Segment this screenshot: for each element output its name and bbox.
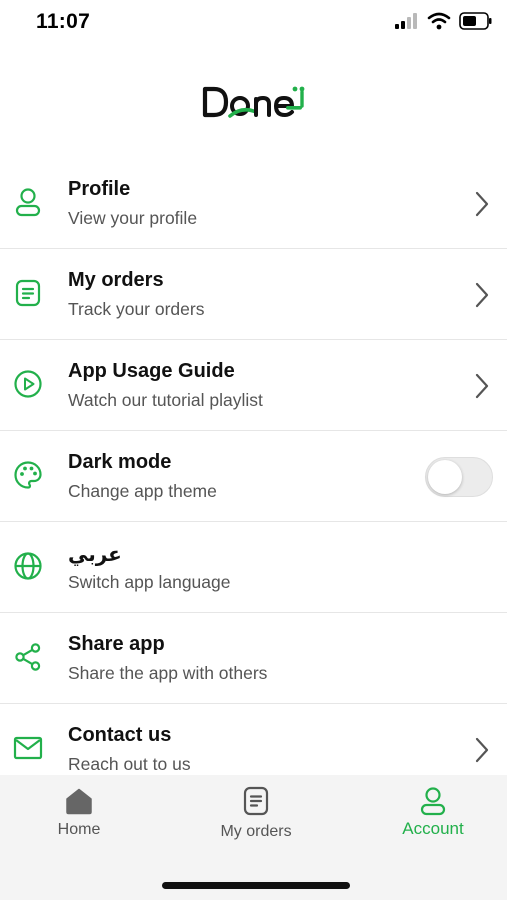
mail-icon — [12, 732, 44, 764]
tab-account[interactable]: Account — [390, 785, 476, 839]
menu-item-subtitle: Share the app with others — [68, 663, 268, 683]
tab-home[interactable]: Home — [48, 785, 110, 839]
chevron-right-icon — [475, 373, 489, 399]
tab-label: Home — [57, 821, 101, 838]
menu-item-title: My orders — [68, 269, 164, 291]
menu-item-my-orders[interactable]: My orders Track your orders — [0, 249, 507, 340]
menu-item-title: Contact us — [68, 724, 172, 746]
battery-icon — [459, 12, 492, 30]
menu-item-subtitle: View your profile — [68, 208, 198, 228]
home-icon — [63, 785, 95, 817]
status-bar: 11:07 — [0, 0, 507, 44]
chevron-right-icon — [475, 737, 489, 763]
dark-mode-toggle[interactable] — [425, 457, 493, 497]
menu-item-title: Profile — [68, 178, 131, 200]
play-circle-icon — [12, 368, 44, 400]
done-logo — [202, 86, 304, 118]
menu-item-profile[interactable]: Profile View your profile — [0, 158, 507, 249]
share-icon — [12, 641, 44, 673]
menu-item-title: عربي — [68, 544, 122, 566]
account-menu: Profile View your profile My orders Trac… — [0, 158, 507, 795]
cellular-signal-icon — [395, 13, 417, 29]
menu-item-dark-mode: Dark mode Change app theme — [0, 431, 507, 522]
palette-icon — [12, 459, 44, 491]
menu-item-subtitle: Reach out to us — [68, 754, 191, 774]
toggle-knob — [428, 460, 462, 494]
brand-logo — [0, 84, 507, 120]
menu-item-title: App Usage Guide — [68, 360, 235, 382]
menu-item-subtitle: Track your orders — [68, 299, 205, 319]
menu-item-app-usage-guide[interactable]: App Usage Guide Watch our tutorial playl… — [0, 340, 507, 431]
person-icon — [417, 785, 449, 817]
tab-my-orders[interactable]: My orders — [212, 785, 300, 841]
menu-item-subtitle: Switch app language — [68, 572, 231, 592]
home-indicator — [162, 882, 350, 889]
document-icon — [240, 785, 272, 817]
menu-item-share-app[interactable]: Share app Share the app with others — [0, 613, 507, 704]
chevron-right-icon — [475, 191, 489, 217]
wifi-icon — [427, 12, 451, 30]
status-icons — [395, 12, 493, 30]
person-icon — [12, 186, 44, 218]
tab-label: My orders — [220, 823, 292, 840]
menu-item-language[interactable]: عربي Switch app language — [0, 522, 507, 613]
menu-item-subtitle: Watch our tutorial playlist — [68, 390, 263, 410]
menu-item-title: Share app — [68, 633, 165, 655]
tab-label: Account — [402, 819, 464, 838]
menu-item-title: Dark mode — [68, 451, 172, 473]
chevron-right-icon — [475, 282, 489, 308]
status-time: 11:07 — [36, 10, 91, 33]
document-icon — [12, 277, 44, 309]
menu-item-subtitle: Change app theme — [68, 481, 217, 501]
globe-icon — [12, 550, 44, 582]
